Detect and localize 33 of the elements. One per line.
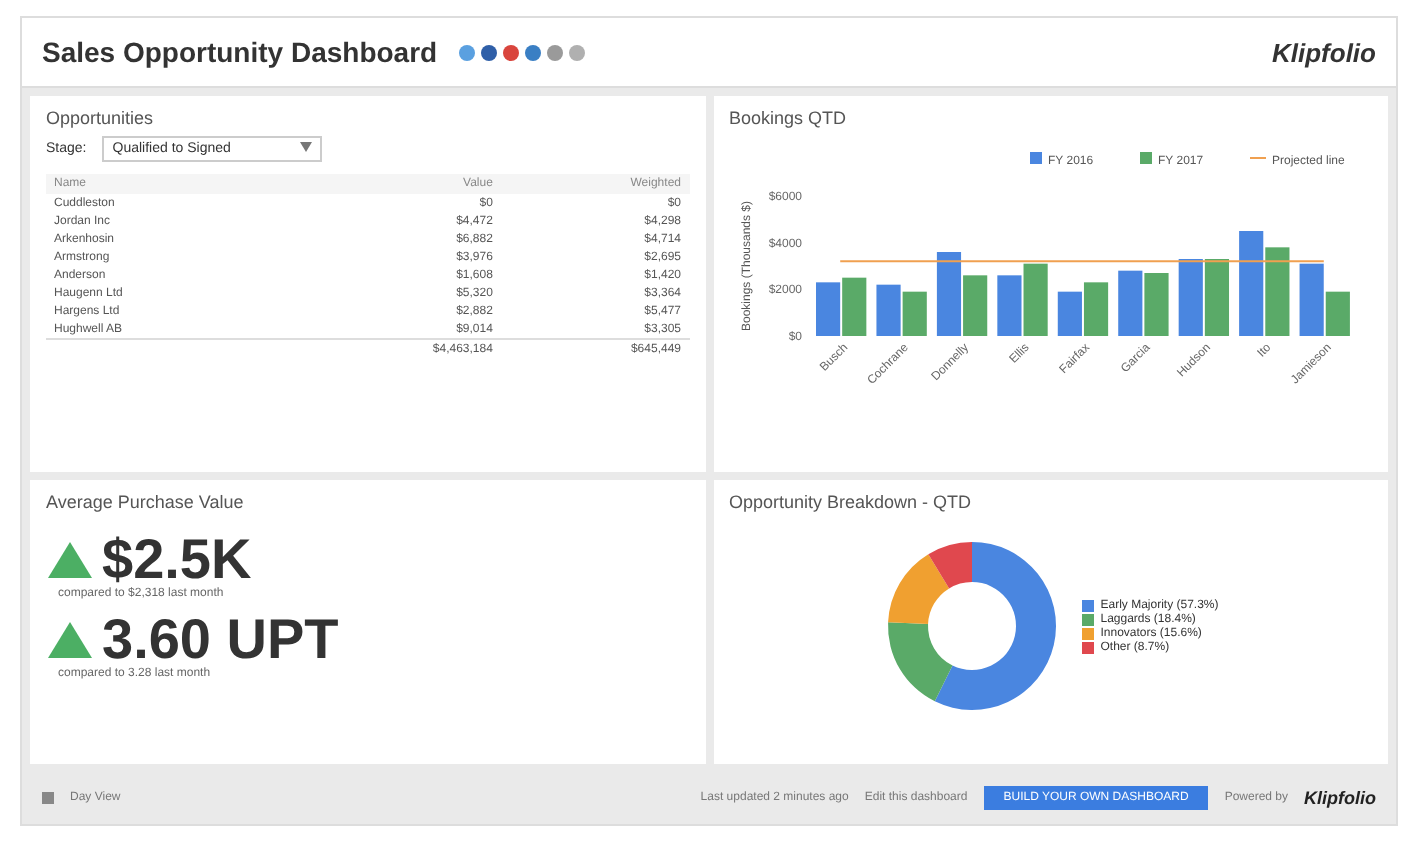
bar	[901, 291, 926, 336]
bar	[1264, 247, 1289, 336]
share-icon[interactable]	[545, 43, 564, 61]
caret-icon	[300, 142, 313, 152]
panel-title: Opportunities	[46, 108, 154, 128]
up-triangle-icon	[46, 540, 94, 580]
up-triangle-icon	[46, 620, 94, 660]
bar	[875, 284, 900, 336]
share-icon[interactable]	[457, 43, 476, 61]
bar	[1082, 282, 1108, 336]
bar	[1203, 259, 1228, 336]
logo: Klipfolio	[1272, 37, 1376, 67]
bar	[1177, 259, 1202, 336]
bar	[1056, 291, 1081, 336]
panel-title: Opportunity Breakdown - QTD	[729, 492, 972, 512]
bar	[935, 252, 961, 336]
share-icon[interactable]	[523, 43, 542, 61]
panel-title: Average Purchase Value	[46, 492, 244, 512]
footer-logo: Klipfolio	[1304, 788, 1376, 808]
share-icon[interactable]	[501, 43, 520, 61]
bar	[1022, 263, 1047, 336]
bar	[815, 282, 840, 336]
bar	[962, 275, 987, 336]
dashboard-title: Sales Opportunity Dashboard	[42, 36, 438, 68]
bar	[1143, 273, 1168, 336]
bar	[841, 277, 866, 336]
bar	[1238, 231, 1263, 336]
metric-value: 3.60 UPT	[102, 612, 339, 668]
metric-value: $2.5K	[102, 532, 252, 588]
bar	[1117, 270, 1142, 336]
share-icon[interactable]	[479, 43, 498, 61]
bar	[996, 275, 1021, 336]
panel-title: Bookings QTD	[729, 108, 847, 128]
